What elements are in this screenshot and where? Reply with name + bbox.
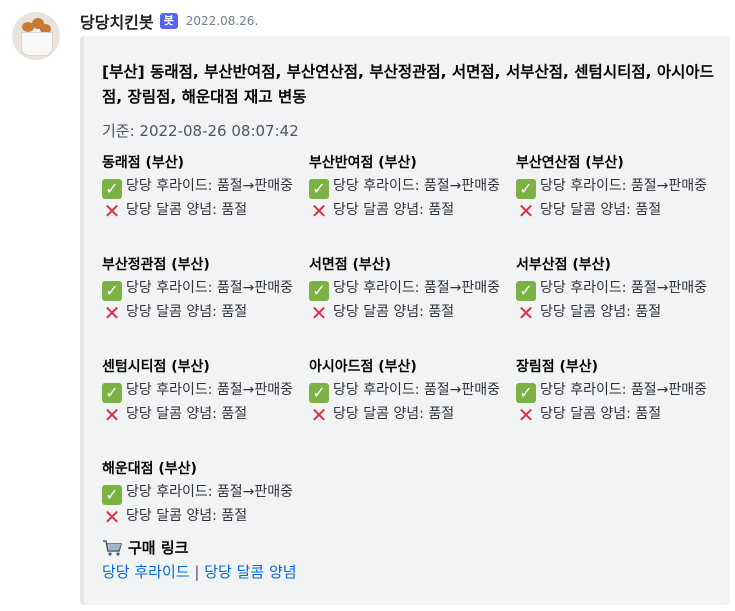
store-name: 장림점 (부산) (516, 359, 599, 375)
store-entry: 부산정관점 (부산) ✓ 당당 후라이드: 품절→판매중 ✕ 당당 달콤 양념: 품절 (102, 254, 307, 324)
stock-text-fried: 당당 후라이드: 품절→판매중 (333, 382, 501, 398)
store-name: 부산정관점 (부산) (102, 257, 210, 273)
chicken-cup (21, 32, 53, 56)
store-name: 부산반여점 (부산) (309, 155, 417, 171)
store-entry: 부산연산점 (부산) ✓ 당당 후라이드: 품절→판매중 ✕ 당당 달콤 양념: 품절 (516, 152, 721, 222)
store-entry: 장림점 (부산) ✓ 당당 후라이드: 품절→판매중 ✕ 당당 달콤 양념: 품절 (516, 356, 721, 426)
stock-text-fried: 당당 후라이드: 품절→판매중 (126, 280, 294, 296)
stock-line-sweet: ✕ 당당 달콤 양념: 품절 (102, 301, 307, 324)
timestamp[interactable]: 2022.08.26. (186, 14, 259, 28)
stock-line-sweet: ✕ 당당 달콤 양념: 품절 (516, 199, 721, 222)
cross-mark-icon: ✕ (517, 301, 535, 325)
stock-line-sweet: ✕ 당당 달콤 양념: 품절 (309, 301, 514, 324)
stock-line-fried: ✓ 당당 후라이드: 품절→판매중 (309, 379, 514, 403)
purchase-title: 구매 링크 (128, 539, 189, 557)
store-name: 서부산점 (부산) (516, 257, 611, 273)
stock-line-fried: ✓ 당당 후라이드: 품절→판매중 (516, 379, 721, 403)
cross-mark-icon: ✕ (310, 301, 328, 325)
check-mark-button-icon: ✓ (102, 281, 122, 301)
cross-mark-icon: ✕ (517, 403, 535, 427)
stock-text-sweet: 당당 달콤 양념: 품절 (540, 304, 662, 320)
link-sweet-seasoned[interactable]: 당당 달콤 양념 (204, 563, 296, 581)
stock-text-fried: 당당 후라이드: 품절→판매중 (540, 382, 708, 398)
cross-mark-icon: ✕ (103, 199, 121, 223)
stock-line-sweet: ✕ 당당 달콤 양념: 품절 (309, 403, 514, 426)
cross-mark-icon: ✕ (517, 199, 535, 223)
stock-line-sweet: ✕ 당당 달콤 양념: 품절 (102, 505, 402, 528)
bot-name[interactable]: 당당치킨봇 (80, 9, 154, 33)
check-mark-button-icon: ✓ (309, 179, 329, 199)
check-mark-button-icon: ✓ (102, 485, 122, 505)
stock-line-sweet: ✕ 당당 달콤 양념: 품절 (516, 301, 721, 324)
check-mark-button-icon: ✓ (102, 179, 122, 199)
stock-text-sweet: 당당 달콤 양념: 품절 (126, 304, 248, 320)
message-header: 당당치킨봇 봇 2022.08.26. (80, 8, 258, 34)
stock-line-fried: ✓ 당당 후라이드: 품절→판매중 (309, 175, 514, 199)
store-entry: 서부산점 (부산) ✓ 당당 후라이드: 품절→판매중 ✕ 당당 달콤 양념: 품절 (516, 254, 721, 324)
embed-card: [부산] 동래점, 부산반여점, 부산연산점, 부산정관점, 서면점, 서부산점… (80, 36, 730, 605)
store-name: 센텀시티점 (부산) (102, 359, 210, 375)
cross-mark-icon: ✕ (103, 403, 121, 427)
store-entry: 부산반여점 (부산) ✓ 당당 후라이드: 품절→판매중 ✕ 당당 달콤 양념: 품절 (309, 152, 514, 222)
check-mark-button-icon: ✓ (516, 281, 536, 301)
check-mark-button-icon: ✓ (102, 383, 122, 403)
store-name: 해운대점 (부산) (102, 461, 197, 477)
purchase-links: 당당 후라이드 | 당당 달콤 양념 (102, 560, 297, 584)
stock-text-sweet: 당당 달콤 양념: 품절 (333, 304, 455, 320)
shopping-cart-icon (103, 540, 123, 556)
check-mark-button-icon: ✓ (516, 179, 536, 199)
stock-line-sweet: ✕ 당당 달콤 양념: 품절 (309, 199, 514, 222)
stock-line-fried: ✓ 당당 후라이드: 품절→판매중 (102, 277, 307, 301)
stock-text-fried: 당당 후라이드: 품절→판매중 (540, 280, 708, 296)
stock-text-sweet: 당당 달콤 양념: 품절 (540, 202, 662, 218)
stock-text-sweet: 당당 달콤 양념: 품절 (333, 202, 455, 218)
stock-line-sweet: ✕ 당당 달콤 양념: 품절 (102, 199, 307, 222)
stock-text-fried: 당당 후라이드: 품절→판매중 (540, 178, 708, 194)
link-fried[interactable]: 당당 후라이드 (102, 563, 190, 581)
cross-mark-icon: ✕ (310, 199, 328, 223)
embed-title: [부산] 동래점, 부산반여점, 부산연산점, 부산정관점, 서면점, 서부산점… (102, 63, 714, 106)
stock-line-fried: ✓ 당당 후라이드: 품절→판매중 (102, 175, 307, 199)
cross-mark-icon: ✕ (103, 301, 121, 325)
stock-line-fried: ✓ 당당 후라이드: 품절→판매중 (309, 277, 514, 301)
stock-text-fried: 당당 후라이드: 품절→판매중 (126, 382, 294, 398)
stock-text-sweet: 당당 달콤 양념: 품절 (126, 508, 248, 524)
stock-text-fried: 당당 후라이드: 품절→판매중 (126, 178, 294, 194)
link-separator: | (194, 563, 200, 581)
stock-line-sweet: ✕ 당당 달콤 양념: 품절 (102, 403, 307, 426)
stock-line-fried: ✓ 당당 후라이드: 품절→판매중 (516, 175, 721, 199)
check-mark-button-icon: ✓ (516, 383, 536, 403)
stock-text-sweet: 당당 달콤 양념: 품절 (126, 202, 248, 218)
store-name: 아시아드점 (부산) (309, 359, 417, 375)
store-name: 동래점 (부산) (102, 155, 185, 171)
stock-text-fried: 당당 후라이드: 품절→판매중 (126, 484, 294, 500)
stock-line-fried: ✓ 당당 후라이드: 품절→판매중 (102, 379, 307, 403)
cross-mark-icon: ✕ (310, 403, 328, 427)
bot-avatar[interactable] (12, 12, 60, 60)
store-entry: 아시아드점 (부산) ✓ 당당 후라이드: 품절→판매중 ✕ 당당 달콤 양념: 품절 (309, 356, 514, 426)
stock-line-fried: ✓ 당당 후라이드: 품절→판매중 (516, 277, 721, 301)
stock-text-sweet: 당당 달콤 양념: 품절 (540, 406, 662, 422)
check-mark-button-icon: ✓ (309, 281, 329, 301)
bot-tag: 봇 (159, 13, 178, 29)
store-entry: 센텀시티점 (부산) ✓ 당당 후라이드: 품절→판매중 ✕ 당당 달콤 양념: 품절 (102, 356, 307, 426)
stock-text-fried: 당당 후라이드: 품절→판매중 (333, 280, 501, 296)
stock-text-sweet: 당당 달콤 양념: 품절 (126, 406, 248, 422)
store-entry: 해운대점 (부산) ✓ 당당 후라이드: 품절→판매중 ✕ 당당 달콤 양념: 품절 (102, 458, 402, 528)
store-entry: 서면점 (부산) ✓ 당당 후라이드: 품절→판매중 ✕ 당당 달콤 양념: 품절 (309, 254, 514, 324)
store-entry: 동래점 (부산) ✓ 당당 후라이드: 품절→판매중 ✕ 당당 달콤 양념: 품절 (102, 152, 307, 222)
purchase-heading: 구매 링크 (102, 536, 188, 560)
check-mark-button-icon: ✓ (309, 383, 329, 403)
stock-line-fried: ✓ 당당 후라이드: 품절→판매중 (102, 481, 402, 505)
stock-text-fried: 당당 후라이드: 품절→판매중 (333, 178, 501, 194)
stock-line-sweet: ✕ 당당 달콤 양념: 품절 (516, 403, 721, 426)
store-name: 서면점 (부산) (309, 257, 392, 273)
embed-description: 기준: 2022-08-26 08:07:42 (102, 122, 299, 140)
stock-text-sweet: 당당 달콤 양념: 품절 (333, 406, 455, 422)
store-name: 부산연산점 (부산) (516, 155, 624, 171)
cross-mark-icon: ✕ (103, 505, 121, 529)
